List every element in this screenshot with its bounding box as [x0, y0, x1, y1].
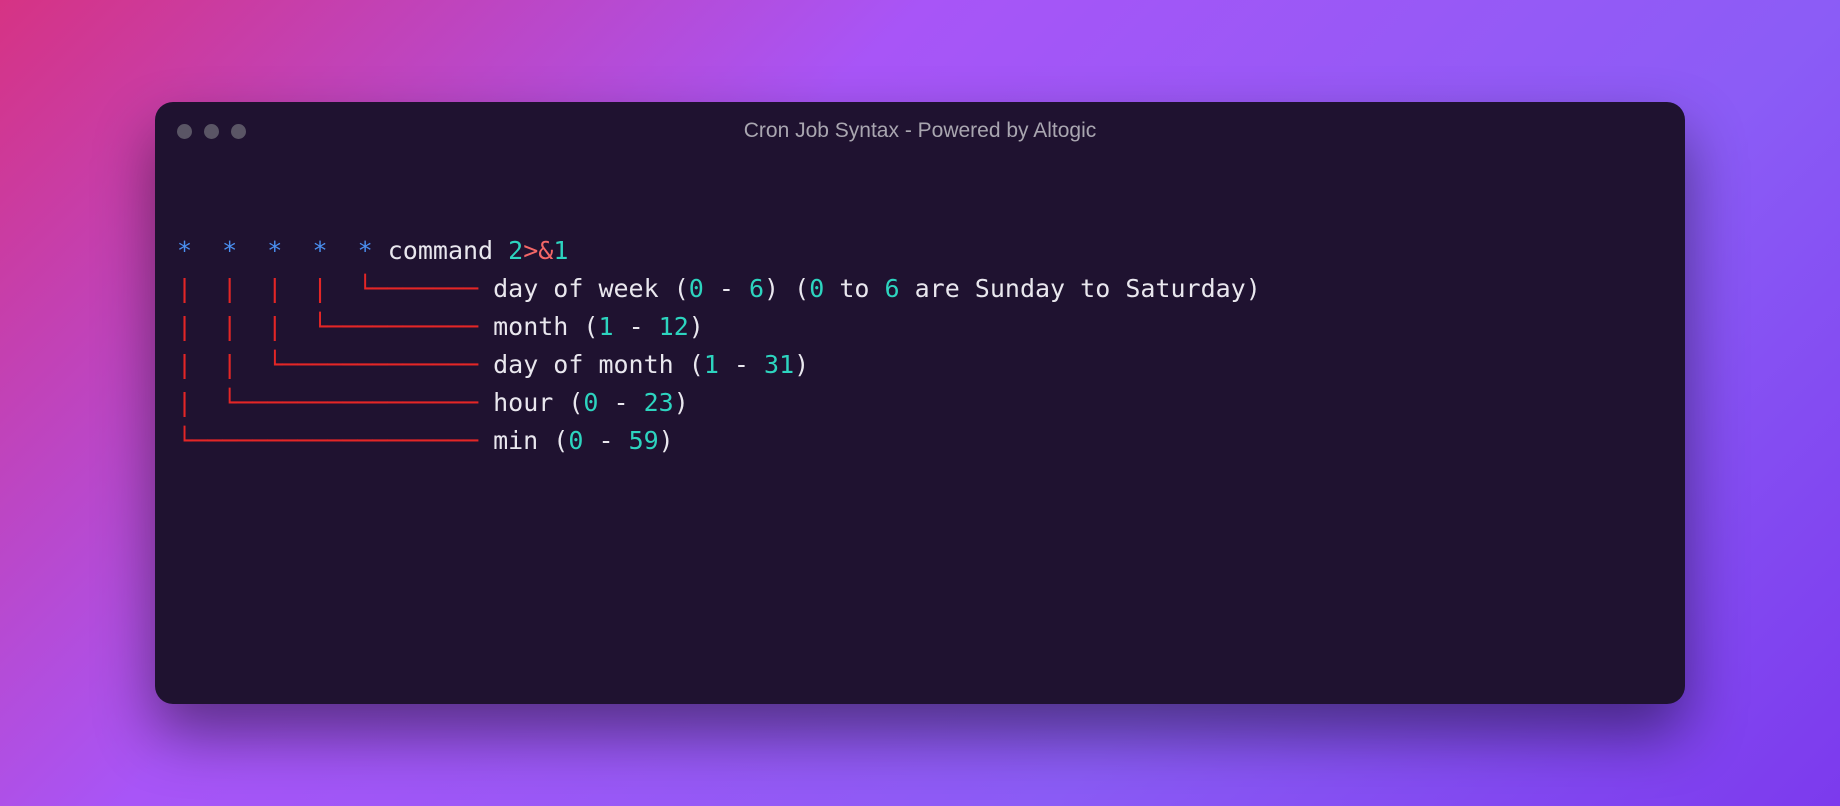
tree-branch: └──────────	[312, 312, 493, 341]
zoom-dot-icon[interactable]	[231, 124, 246, 139]
terminal-window: Cron Job Syntax - Powered by Altogic * *…	[155, 102, 1685, 704]
window-title: Cron Job Syntax - Powered by Altogic	[155, 119, 1685, 143]
dow-label: day of week (	[493, 274, 689, 303]
tree-pipes: | |	[177, 350, 267, 379]
month-label: month (	[493, 312, 598, 341]
tree-branch: └───────────────────	[177, 426, 493, 455]
hour-label: hour (	[493, 388, 583, 417]
tree-pipes: |	[177, 388, 222, 417]
tree-pipes: | | | |	[177, 274, 358, 303]
titlebar: Cron Job Syntax - Powered by Altogic	[155, 102, 1685, 160]
dom-label: day of month (	[493, 350, 704, 379]
traffic-lights	[177, 124, 246, 139]
redirect-target: 1	[553, 236, 568, 265]
redirect-gt: >	[523, 236, 538, 265]
tree-branch: └────────────────	[222, 388, 493, 417]
tree-pipes: | | |	[177, 312, 312, 341]
redirect-fd: 2	[508, 236, 523, 265]
tree-branch: └─────────────	[267, 350, 493, 379]
cron-stars: * * * * *	[177, 236, 373, 265]
close-dot-icon[interactable]	[177, 124, 192, 139]
redirect-amp: &	[538, 236, 553, 265]
command-text: command	[388, 236, 493, 265]
code-content: * * * * * command 2>&1 | | | | └─────── …	[155, 160, 1685, 460]
min-label: min (	[493, 426, 568, 455]
tree-branch: └───────	[358, 274, 493, 303]
minimize-dot-icon[interactable]	[204, 124, 219, 139]
